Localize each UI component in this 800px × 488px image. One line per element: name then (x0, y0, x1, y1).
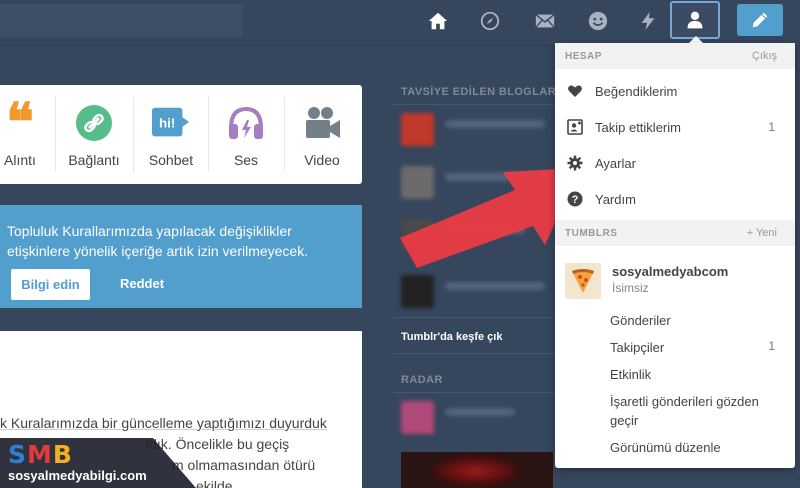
new-blog-link[interactable]: + Yeni (747, 227, 777, 239)
account-person-icon (687, 11, 703, 29)
post-type-label: Sohbet (148, 152, 194, 168)
explore-compass-icon[interactable] (475, 6, 505, 36)
menu-item-likes[interactable]: Beğendiklerim (555, 73, 795, 109)
menu-item-following[interactable]: Takip ettiklerim 1 (555, 109, 795, 145)
help-icon: ? (567, 191, 583, 207)
settings-gear-icon (567, 155, 583, 171)
home-icon[interactable] (423, 6, 453, 36)
notice-line: etişkinlere yönelik içeriğe artık izin v… (7, 243, 309, 259)
menu-item-settings[interactable]: Ayarlar (555, 145, 795, 181)
dismiss-button[interactable]: Reddet (120, 276, 164, 291)
post-type-link[interactable]: Bağlantı (58, 85, 130, 184)
following-icon (567, 119, 583, 135)
top-nav-bar (0, 0, 800, 46)
post-type-label: Video (304, 152, 340, 168)
recommended-blogs-title: TAVSİYE EDİLEN BLOGLAR (401, 86, 557, 98)
post-type-selector: ❝ Alıntı Bağlantı hi! Sohbet Ses Video (0, 85, 362, 184)
post-type-chat[interactable]: hi! Sohbet (137, 85, 205, 184)
learn-more-button[interactable]: Bilgi edin (11, 269, 90, 300)
logo-letter: M (27, 440, 53, 469)
blog-link-activity[interactable]: Etkinlik (610, 365, 651, 384)
divider (55, 97, 56, 171)
followers-count: 1 (768, 339, 775, 353)
blog-entry[interactable]: sosyalmedyabcom İsimsiz (555, 259, 795, 303)
blog-avatar (401, 275, 434, 308)
radar-blog-item[interactable] (393, 400, 563, 436)
recommended-blog-item[interactable] (393, 112, 563, 148)
post-type-label: Ses (233, 152, 259, 168)
blog-link-followers[interactable]: Takipçiler (610, 338, 664, 357)
radar-title: RADAR (401, 374, 443, 386)
inbox-mail-icon[interactable] (530, 6, 560, 36)
quote-icon: ❝ (6, 92, 34, 153)
svg-text:?: ? (572, 194, 579, 206)
explore-link[interactable]: Tumblr'da keşfe çık (401, 331, 502, 343)
blog-avatar (565, 263, 601, 299)
blog-link-edit-appearance[interactable]: Görünümü düzenle (610, 438, 721, 457)
post-line: k Kuralarımızda bir güncelleme yaptığımı… (0, 415, 327, 431)
activity-bolt-icon[interactable] (633, 6, 663, 36)
divider (393, 317, 563, 318)
divider (393, 353, 563, 354)
divider (393, 104, 563, 105)
video-icon (302, 103, 342, 143)
divider (208, 97, 209, 171)
watermark-url: sosyalmedyabilgi.com (8, 468, 147, 483)
blog-name: sosyalmedyabcom (612, 264, 729, 279)
menu-item-label: Yardım (595, 192, 636, 207)
section-title: HESAP (565, 51, 602, 62)
svg-text:hi!: hi! (159, 116, 175, 131)
watermark-logo: SMB (8, 440, 73, 469)
account-section-header: HESAP Çıkış (555, 43, 795, 69)
menu-item-label: Beğendiklerim (595, 84, 678, 99)
tumblrs-section-header: TUMBLRS + Yeni (555, 220, 795, 246)
section-title: TUMBLRS (565, 228, 618, 239)
account-button[interactable] (670, 1, 720, 39)
menu-item-help[interactable]: ? Yardım (555, 181, 795, 217)
radar-post-image[interactable] (401, 452, 553, 488)
post-type-video[interactable]: Video (288, 85, 356, 184)
blog-link-posts[interactable]: Gönderiler (610, 311, 671, 330)
divider (393, 392, 563, 393)
divider (133, 97, 134, 171)
logo-letter: S (8, 440, 28, 469)
blog-avatar (401, 113, 434, 146)
blog-link-flagged-review[interactable]: İşaretli gönderileri gözden geçir (610, 392, 780, 430)
audio-icon (226, 103, 266, 143)
post-type-label: Bağlantı (68, 152, 120, 168)
post-type-label: Alıntı (4, 152, 36, 168)
compose-button[interactable] (737, 4, 783, 36)
notice-text: Topluluk Kurallarımızda yapılacak değişi… (7, 221, 352, 261)
divider (284, 97, 285, 171)
compose-pencil-icon (752, 12, 768, 28)
messaging-smile-icon[interactable] (583, 6, 613, 36)
blog-name-blurred (445, 120, 545, 128)
menu-item-label: Takip ettiklerim (595, 120, 681, 135)
pizza-avatar-icon (572, 269, 594, 293)
menu-item-count: 1 (768, 120, 775, 134)
heart-icon (568, 85, 582, 97)
post-type-quote[interactable]: ❝ Alıntı (0, 85, 53, 184)
blog-name-blurred (445, 408, 515, 416)
community-guidelines-notice: Topluluk Kurallarımızda yapılacak değişi… (0, 205, 362, 308)
logo-letter: B (52, 440, 73, 469)
blog-title: İsimsiz (612, 281, 649, 295)
blog-name-blurred (445, 282, 545, 290)
menu-item-label: Ayarlar (595, 156, 636, 171)
chat-icon: hi! (151, 103, 191, 143)
logout-link[interactable]: Çıkış (752, 50, 777, 62)
blog-avatar (401, 401, 434, 434)
recommended-blog-item[interactable] (393, 274, 563, 310)
search-input[interactable] (0, 4, 243, 37)
account-dropdown-menu: HESAP Çıkış Beğendiklerim Takip ettikler… (555, 36, 795, 468)
post-type-audio[interactable]: Ses (212, 85, 280, 184)
link-icon (74, 103, 114, 143)
notice-line: Topluluk Kurallarımızda yapılacak değişi… (7, 223, 292, 239)
